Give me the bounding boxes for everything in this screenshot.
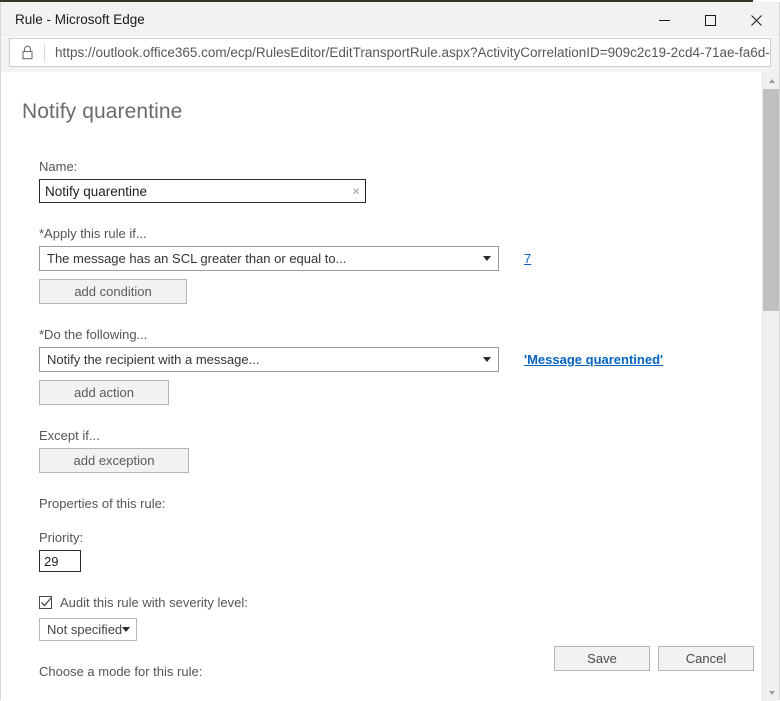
title-bar: Rule - Microsoft Edge: [1, 2, 779, 38]
chevron-down-icon: [476, 247, 498, 270]
maximize-icon: [704, 14, 716, 26]
scroll-down-button[interactable]: [763, 684, 779, 701]
audit-checkbox[interactable]: [39, 596, 52, 609]
except-if-label: Except if...: [39, 428, 100, 443]
vertical-scrollbar[interactable]: [762, 72, 779, 701]
severity-select[interactable]: Not specified: [39, 618, 137, 641]
minimize-icon: [658, 19, 670, 21]
condition-row: The message has an SCL greater than or e…: [39, 246, 739, 271]
action-row: Notify the recipient with a message... '…: [39, 347, 739, 372]
name-label: Name:: [39, 159, 78, 174]
priority-label: Priority:: [39, 530, 84, 545]
close-icon: [750, 14, 762, 26]
checkmark-icon: [41, 597, 52, 607]
rule-form: Name: × *Apply this rule if... The messa…: [39, 159, 739, 684]
page-title: Notify quarentine: [22, 100, 183, 123]
condition-select[interactable]: The message has an SCL greater than or e…: [39, 246, 499, 271]
maximize-button[interactable]: [687, 2, 733, 38]
site-security-button[interactable]: [10, 39, 44, 66]
form-footer-buttons: Save Cancel: [554, 646, 754, 671]
name-field-wrapper: ×: [39, 179, 366, 203]
page-content: Notify quarentine Name: × *Apply this ru…: [1, 72, 779, 701]
padlock-icon: [21, 45, 33, 60]
severity-select-value: Not specified: [47, 622, 123, 637]
do-following-label: *Do the following...: [39, 327, 148, 342]
window-title: Rule - Microsoft Edge: [15, 12, 145, 27]
chevron-up-icon: [768, 78, 775, 83]
name-input[interactable]: [39, 179, 366, 203]
chevron-down-icon: [116, 619, 136, 640]
add-condition-button[interactable]: add condition: [39, 279, 187, 304]
scroll-up-button[interactable]: [763, 72, 779, 89]
save-button[interactable]: Save: [554, 646, 650, 671]
priority-input[interactable]: [39, 550, 81, 572]
add-exception-button[interactable]: add exception: [39, 448, 189, 473]
condition-value-link[interactable]: 7: [524, 251, 531, 266]
chevron-down-icon: [476, 348, 498, 371]
audit-checkbox-row: Audit this rule with severity level:: [39, 595, 739, 610]
condition-select-value: The message has an SCL greater than or e…: [47, 251, 347, 266]
window-controls: [641, 2, 779, 38]
action-value-link[interactable]: 'Message quarentined': [524, 352, 663, 367]
address-bar-container: https://outlook.office365.com/ecp/RulesE…: [1, 38, 779, 72]
chevron-down-icon: [768, 690, 775, 695]
apply-rule-label: *Apply this rule if...: [39, 226, 147, 241]
action-select-value: Notify the recipient with a message...: [47, 352, 260, 367]
minimize-button[interactable]: [641, 2, 687, 38]
close-button[interactable]: [733, 2, 779, 38]
action-select[interactable]: Notify the recipient with a message...: [39, 347, 499, 372]
url-text[interactable]: https://outlook.office365.com/ecp/RulesE…: [45, 45, 770, 60]
address-bar[interactable]: https://outlook.office365.com/ecp/RulesE…: [9, 38, 771, 67]
cancel-button[interactable]: Cancel: [658, 646, 754, 671]
audit-checkbox-label: Audit this rule with severity level:: [60, 595, 248, 610]
browser-window: Rule - Microsoft Edge https://outlook.of…: [0, 2, 780, 701]
scrollbar-thumb[interactable]: [763, 89, 779, 311]
properties-label: Properties of this rule:: [39, 496, 166, 511]
clear-icon[interactable]: ×: [352, 185, 360, 198]
add-action-button[interactable]: add action: [39, 380, 169, 405]
